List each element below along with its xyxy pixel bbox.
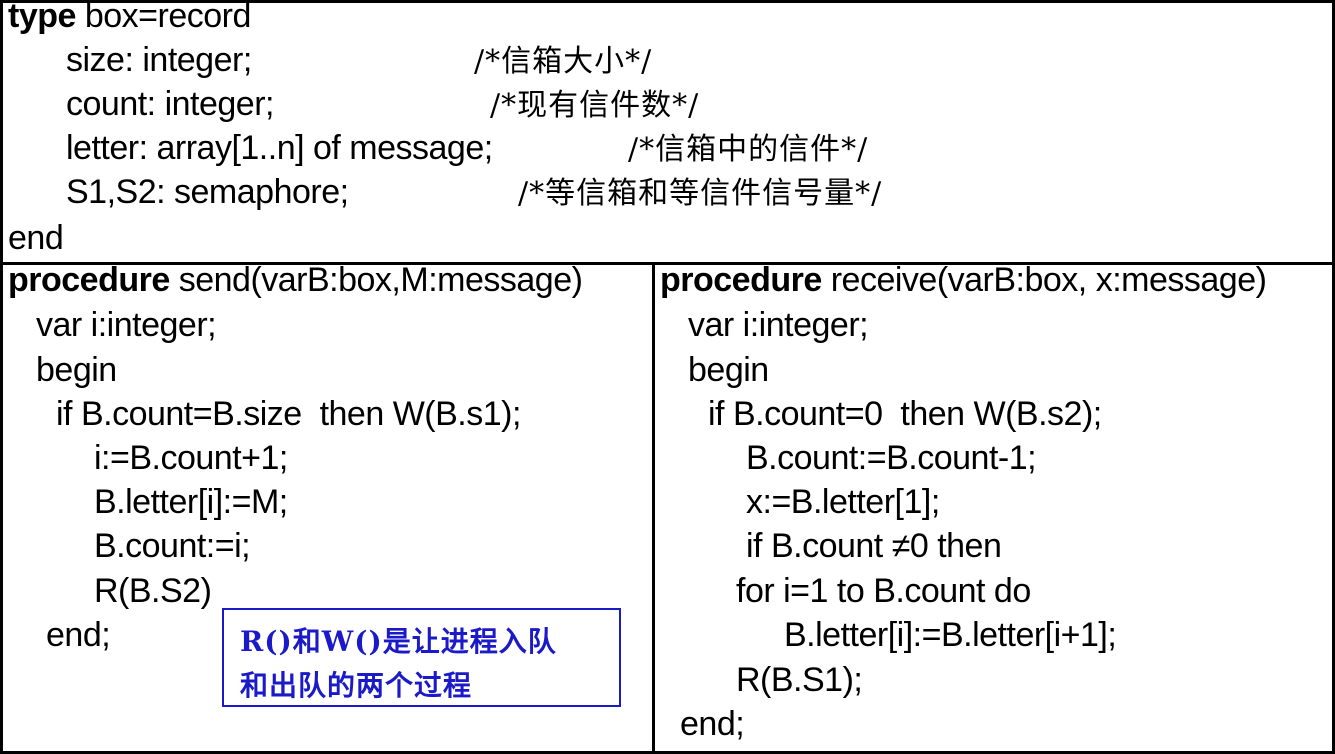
record-line-type: type box=record bbox=[8, 0, 251, 35]
comment-size: /*信箱大小*/ bbox=[474, 44, 653, 79]
receive-line: B.letter[i]:=B.letter[i+1]; bbox=[784, 616, 1117, 654]
record-line-end: end bbox=[8, 219, 64, 257]
send-line: R(B.S2) bbox=[94, 572, 212, 610]
record-line-count: count: integer; bbox=[66, 85, 274, 123]
comment-count: /*现有信件数*/ bbox=[490, 88, 700, 123]
send-header: procedure send(varB:box,M:message) bbox=[8, 261, 583, 299]
receive-line: x:=B.letter[1]; bbox=[746, 483, 940, 521]
send-line: B.count:=i; bbox=[94, 527, 251, 565]
left-border bbox=[0, 0, 3, 754]
send-line: B.letter[i]:=M; bbox=[94, 483, 288, 521]
receive-line: B.count:=B.count-1; bbox=[746, 439, 1037, 477]
receive-line: end; bbox=[680, 705, 745, 743]
receive-line: R(B.S1); bbox=[736, 661, 863, 699]
comment-letter: /*信箱中的信件*/ bbox=[628, 132, 869, 167]
receive-line: for i=1 to B.count do bbox=[736, 572, 1031, 610]
send-line: var i:integer; bbox=[36, 306, 217, 344]
record-line-size: size: integer; bbox=[66, 41, 252, 79]
send-line: i:=B.count+1; bbox=[94, 439, 288, 477]
receive-line: begin bbox=[688, 351, 769, 389]
send-line: end; bbox=[46, 616, 111, 654]
send-line: begin bbox=[36, 351, 117, 389]
receive-line: if B.count ≠0 then bbox=[746, 527, 1002, 565]
record-line-semaphore: S1,S2: semaphore; bbox=[66, 173, 349, 211]
receive-line: if B.count=0 then W(B.s2); bbox=[708, 395, 1102, 433]
receive-header: procedure receive(varB:box, x:message) bbox=[660, 261, 1267, 299]
annotation-line: 和出队的两个过程 bbox=[240, 669, 473, 702]
comment-semaphore: /*等信箱和等信件信号量*/ bbox=[518, 176, 883, 211]
receive-line: var i:integer; bbox=[688, 306, 869, 344]
column-divider bbox=[652, 263, 655, 754]
annotation-line: R()和W()是让进程入队 bbox=[240, 625, 557, 658]
record-line-letter: letter: array[1..n] of message; bbox=[66, 129, 493, 167]
annotation-box: R()和W()是让进程入队 和出队的两个过程 bbox=[222, 608, 621, 707]
code-table: type box=record size: integer; /*信箱大小*/ … bbox=[0, 0, 1335, 754]
send-line: if B.count=B.size then W(B.s1); bbox=[56, 395, 521, 433]
